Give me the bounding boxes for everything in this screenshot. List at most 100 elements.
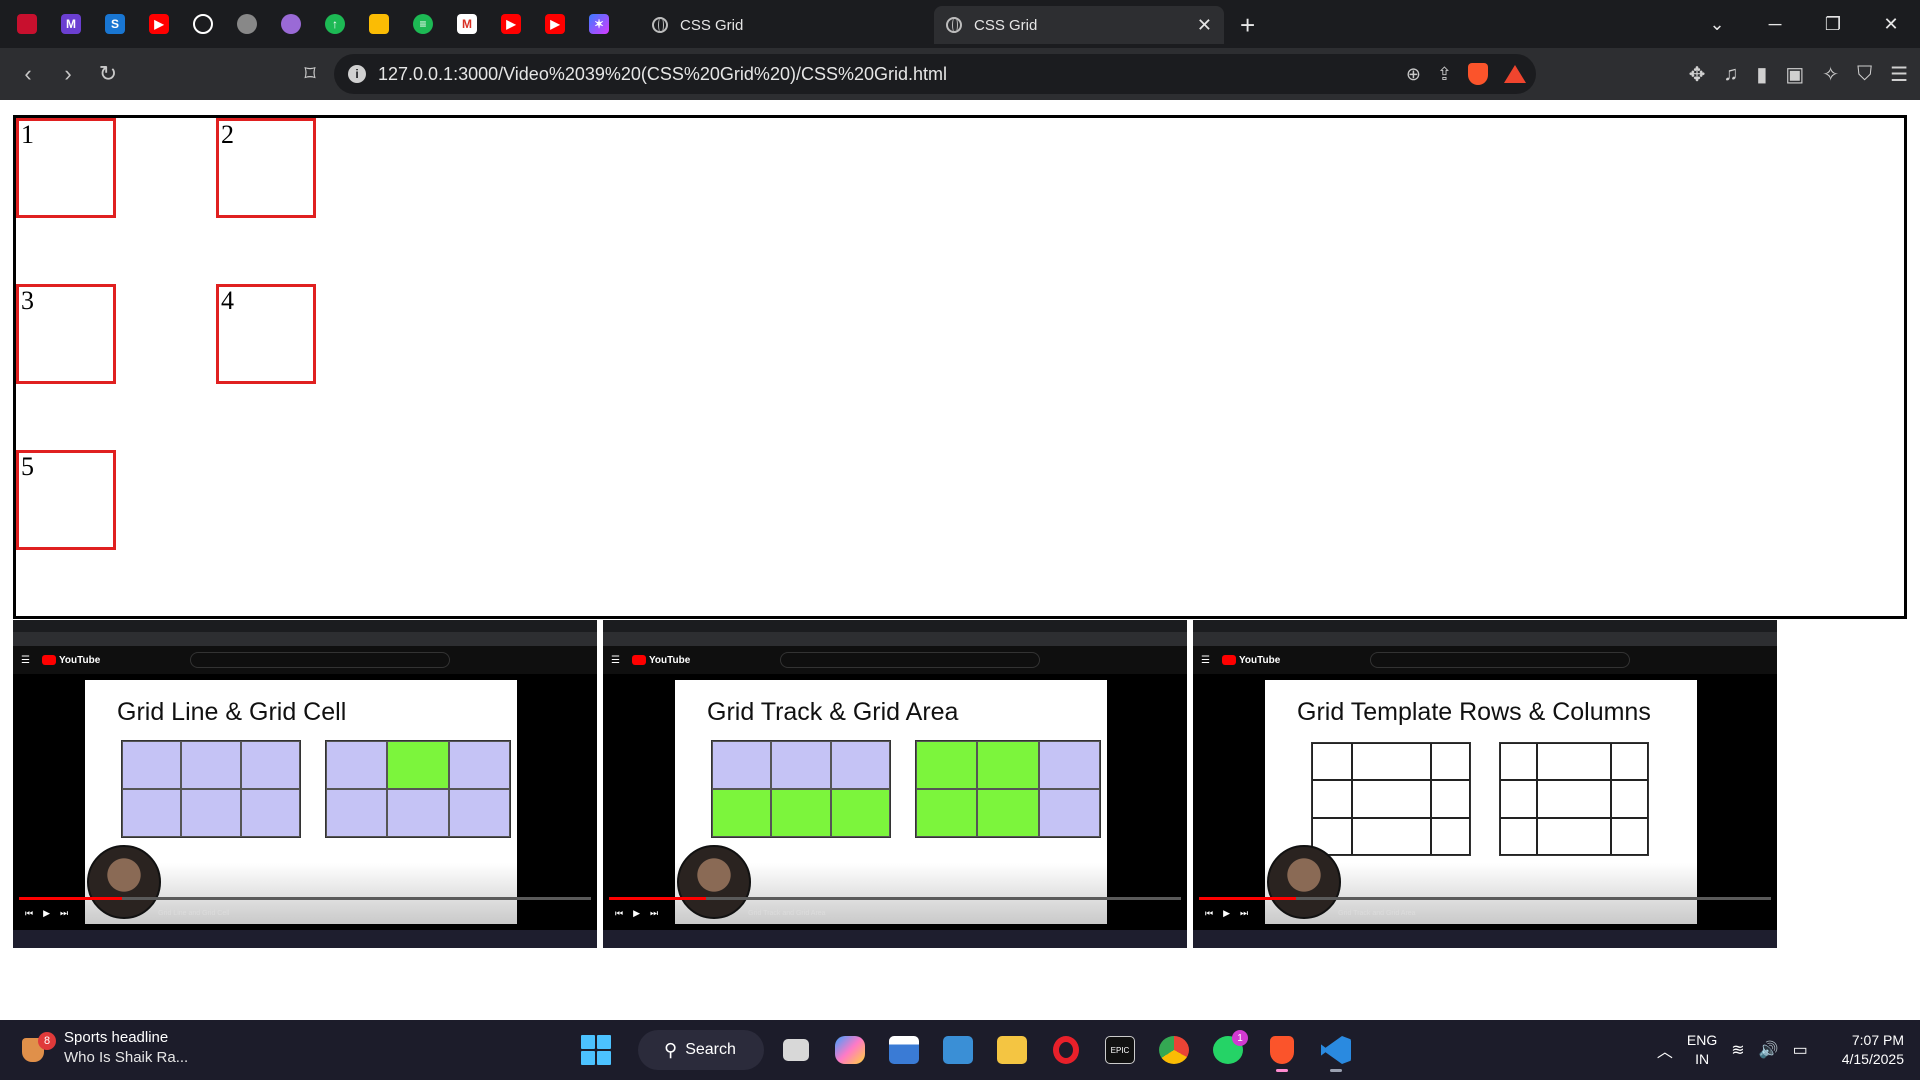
pinned-tab-globe[interactable] [228,5,266,43]
page-viewport: 1 2 3 4 5 ☰ YouTube Grid Line & Grid Cel… [0,100,1920,1020]
pinned-tab-avatar[interactable] [272,5,310,43]
next-icon[interactable]: ⏭ [1240,908,1248,919]
language-indicator[interactable]: ENG IN [1687,1031,1717,1069]
grid-container: 1 2 3 4 5 [13,115,1907,619]
previous-icon[interactable]: ⏮ [25,908,33,919]
close-window-icon[interactable]: ✕ [1862,14,1920,35]
brave-button[interactable] [1260,1028,1304,1072]
epic-games-icon: EPIC [1105,1036,1135,1064]
whatsapp-button[interactable]: 1 [1206,1028,1250,1072]
previous-icon[interactable]: ⏮ [615,908,623,919]
store-icon [889,1036,919,1064]
minimize-icon[interactable]: ─ [1746,14,1804,35]
grid-item-3: 3 [16,284,116,384]
tab-title: CSS Grid [974,16,1038,34]
address-bar[interactable]: i 127.0.0.1:3000/Video%2039%20(CSS%20Gri… [334,54,1536,94]
back-button[interactable]: ‹ [10,56,46,92]
address-url[interactable]: 127.0.0.1:3000/Video%2039%20(CSS%20Grid%… [378,64,947,85]
clock[interactable]: 7:07 PM 4/15/2025 [1842,1031,1904,1069]
pinned-tab-github[interactable] [184,5,222,43]
tab-search-icon[interactable]: ⌄ [1688,14,1746,35]
pinned-tab-m[interactable]: M [52,5,90,43]
whatsapp-badge: 1 [1232,1030,1248,1046]
forward-button[interactable]: › [50,56,86,92]
restore-icon[interactable]: ❐ [1804,14,1862,35]
tab-css-grid-2[interactable]: CSS Grid ✕ [934,6,1224,44]
video-thumbnail-2[interactable]: ☰ YouTube Grid Track & Grid Area ⏮ ▶ ⏭ G… [603,620,1187,948]
grid-item-4: 4 [216,284,316,384]
browser-tab-strip: M S ▶ ↑ ≡ M ▶ ▶ ✶ CSS Grid CSS Grid ✕ + … [0,0,1920,48]
new-tab-button[interactable]: + [1240,10,1255,41]
copilot-icon [835,1036,865,1064]
bookmark-icon[interactable]: ⌑ [292,56,328,92]
pinned-tab-youtube-2[interactable]: ▶ [492,5,530,43]
pinned-tab-s[interactable]: S [96,5,134,43]
youtube-icon: ▶ [149,14,169,34]
pinned-tab-upload[interactable]: ↑ [316,5,354,43]
zoom-icon[interactable]: ⊕ [1406,64,1421,85]
opera-button[interactable] [1044,1028,1088,1072]
news-icon: 8 [22,1032,56,1062]
vpn-icon[interactable]: ⛉ [1857,63,1872,86]
pinned-tab-spotify[interactable]: ≡ [404,5,442,43]
star-icon: ✶ [589,14,609,34]
next-icon[interactable]: ⏭ [650,908,658,919]
opera-icon [1053,1036,1079,1064]
chevron-up-icon[interactable]: ︿ [1657,1038,1673,1062]
player-controls: ⏮ ▶ ⏭ Grid Track and Grid Area [615,907,826,919]
news-widget[interactable]: 8 Sports headline Who Is Shaik Ra... [22,1028,188,1068]
play-icon[interactable]: ▶ [1223,908,1230,919]
site-info-icon[interactable]: i [348,65,366,83]
grid-diagram [121,740,301,838]
tab-css-grid-1[interactable]: CSS Grid [640,6,930,44]
video-thumbnail-3[interactable]: ☰ YouTube Grid Template Rows & Columns ⏮… [1193,620,1777,948]
pinned-tab-youtube-1[interactable]: ▶ [140,5,178,43]
store-button[interactable] [882,1028,926,1072]
globe-icon [652,17,668,33]
media-icon[interactable]: ♫ [1723,63,1738,86]
previous-icon[interactable]: ⏮ [1205,908,1213,919]
next-icon[interactable]: ⏭ [60,908,68,919]
wifi-icon[interactable]: ≋ [1731,1040,1744,1060]
video-progress[interactable] [1199,897,1771,900]
keep-icon [369,14,389,34]
copilot-button[interactable] [828,1028,872,1072]
video-progress[interactable] [19,897,591,900]
video-progress[interactable] [609,897,1181,900]
play-icon[interactable]: ▶ [43,908,50,919]
task-view-button[interactable] [774,1028,818,1072]
start-button[interactable] [574,1028,618,1072]
video-thumbnail-1[interactable]: ☰ YouTube Grid Line & Grid Cell ⏮ ▶ ⏭ Gr… [13,620,597,948]
youtube-header: ☰ YouTube [603,646,1187,674]
sidebar-icon[interactable]: ▮ [1756,62,1767,87]
extensions-icon[interactable]: ✥ [1689,62,1706,87]
pinned-tab-app[interactable] [8,5,46,43]
pinned-tab-gmail[interactable]: M [448,5,486,43]
reload-button[interactable]: ↻ [90,56,126,92]
pinned-tab-keep[interactable] [360,5,398,43]
menu-icon[interactable]: ☰ [1890,62,1908,87]
play-icon[interactable]: ▶ [633,908,640,919]
player-controls: ⏮ ▶ ⏭ Grid Track and Grid Area [1205,907,1416,919]
github-icon [193,14,213,34]
brave-rewards-icon[interactable] [1504,65,1526,83]
navigation-bar: ‹ › ↻ ⌑ i 127.0.0.1:3000/Video%2039%20(C… [0,48,1920,100]
wallet-icon[interactable]: ▣ [1785,62,1804,87]
battery-icon[interactable]: ▭ [1793,1040,1808,1060]
file-explorer-button[interactable] [990,1028,1034,1072]
volume-icon[interactable]: 🔊 [1759,1040,1779,1060]
vscode-button[interactable] [1314,1028,1358,1072]
pinned-tab-star[interactable]: ✶ [580,5,618,43]
close-icon[interactable]: ✕ [1197,15,1212,36]
grid-diagram [1311,742,1471,856]
pinned-tab-youtube-3[interactable]: ▶ [536,5,574,43]
chrome-button[interactable] [1152,1028,1196,1072]
taskbar-search[interactable]: ⚲ Search [638,1030,764,1070]
epic-games-button[interactable]: EPIC [1098,1028,1142,1072]
photos-button[interactable] [936,1028,980,1072]
avatar-icon [281,14,301,34]
share-icon[interactable]: ⇪ [1437,64,1452,85]
system-tray: ︿ ENG IN ≋ 🔊 ▭ 7:07 PM 4/15/2025 [1657,1028,1904,1072]
leo-icon[interactable]: ✧ [1822,62,1839,87]
brave-shields-icon[interactable] [1468,63,1488,85]
